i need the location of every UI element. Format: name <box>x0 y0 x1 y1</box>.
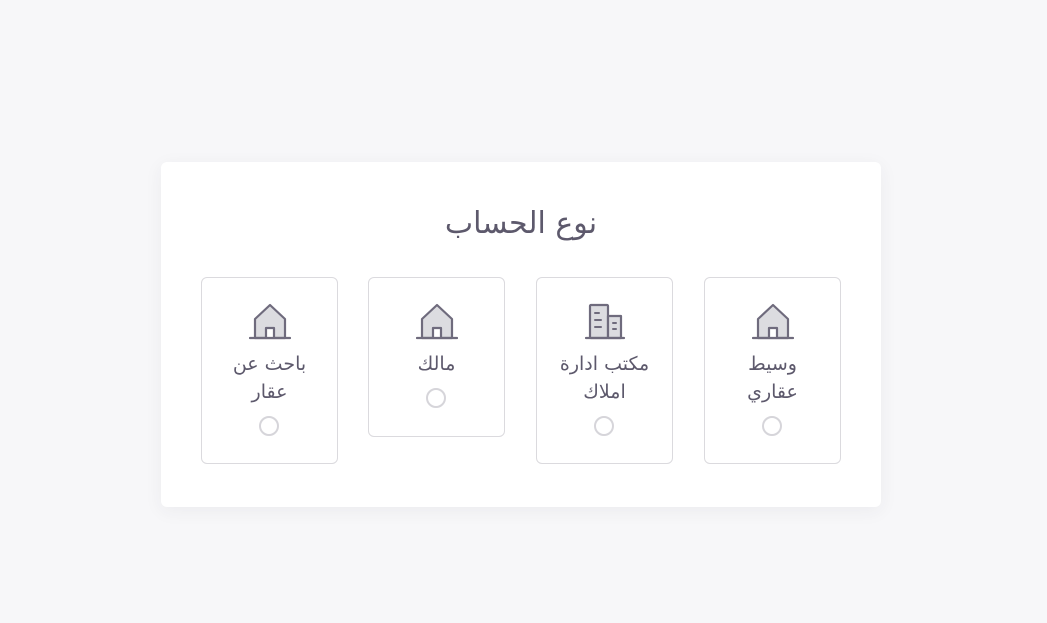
building-icon <box>584 302 626 342</box>
option-real-estate-broker[interactable]: وسيط عقاري <box>704 277 841 464</box>
option-label: وسيط عقاري <box>747 353 798 403</box>
house-icon <box>249 302 291 342</box>
option-owner[interactable]: مالك <box>368 277 505 437</box>
option-label: باحث عن عقار <box>232 353 307 403</box>
option-property-management-office[interactable]: مكتب ادارة املاك <box>536 277 673 464</box>
option-radio[interactable] <box>259 416 279 436</box>
page-title: نوع الحساب <box>444 206 598 241</box>
house-icon <box>752 302 794 342</box>
option-radio[interactable] <box>426 388 446 408</box>
option-property-seeker[interactable]: باحث عن عقار <box>201 277 338 464</box>
option-label: مالك <box>417 353 456 375</box>
house-icon <box>416 302 458 342</box>
option-radio[interactable] <box>594 416 614 436</box>
account-type-card: نوع الحساب وسيط عقاري مكتب ادارة املاك م… <box>161 162 881 507</box>
option-radio[interactable] <box>762 416 782 436</box>
option-label: مكتب ادارة املاك <box>559 353 650 403</box>
